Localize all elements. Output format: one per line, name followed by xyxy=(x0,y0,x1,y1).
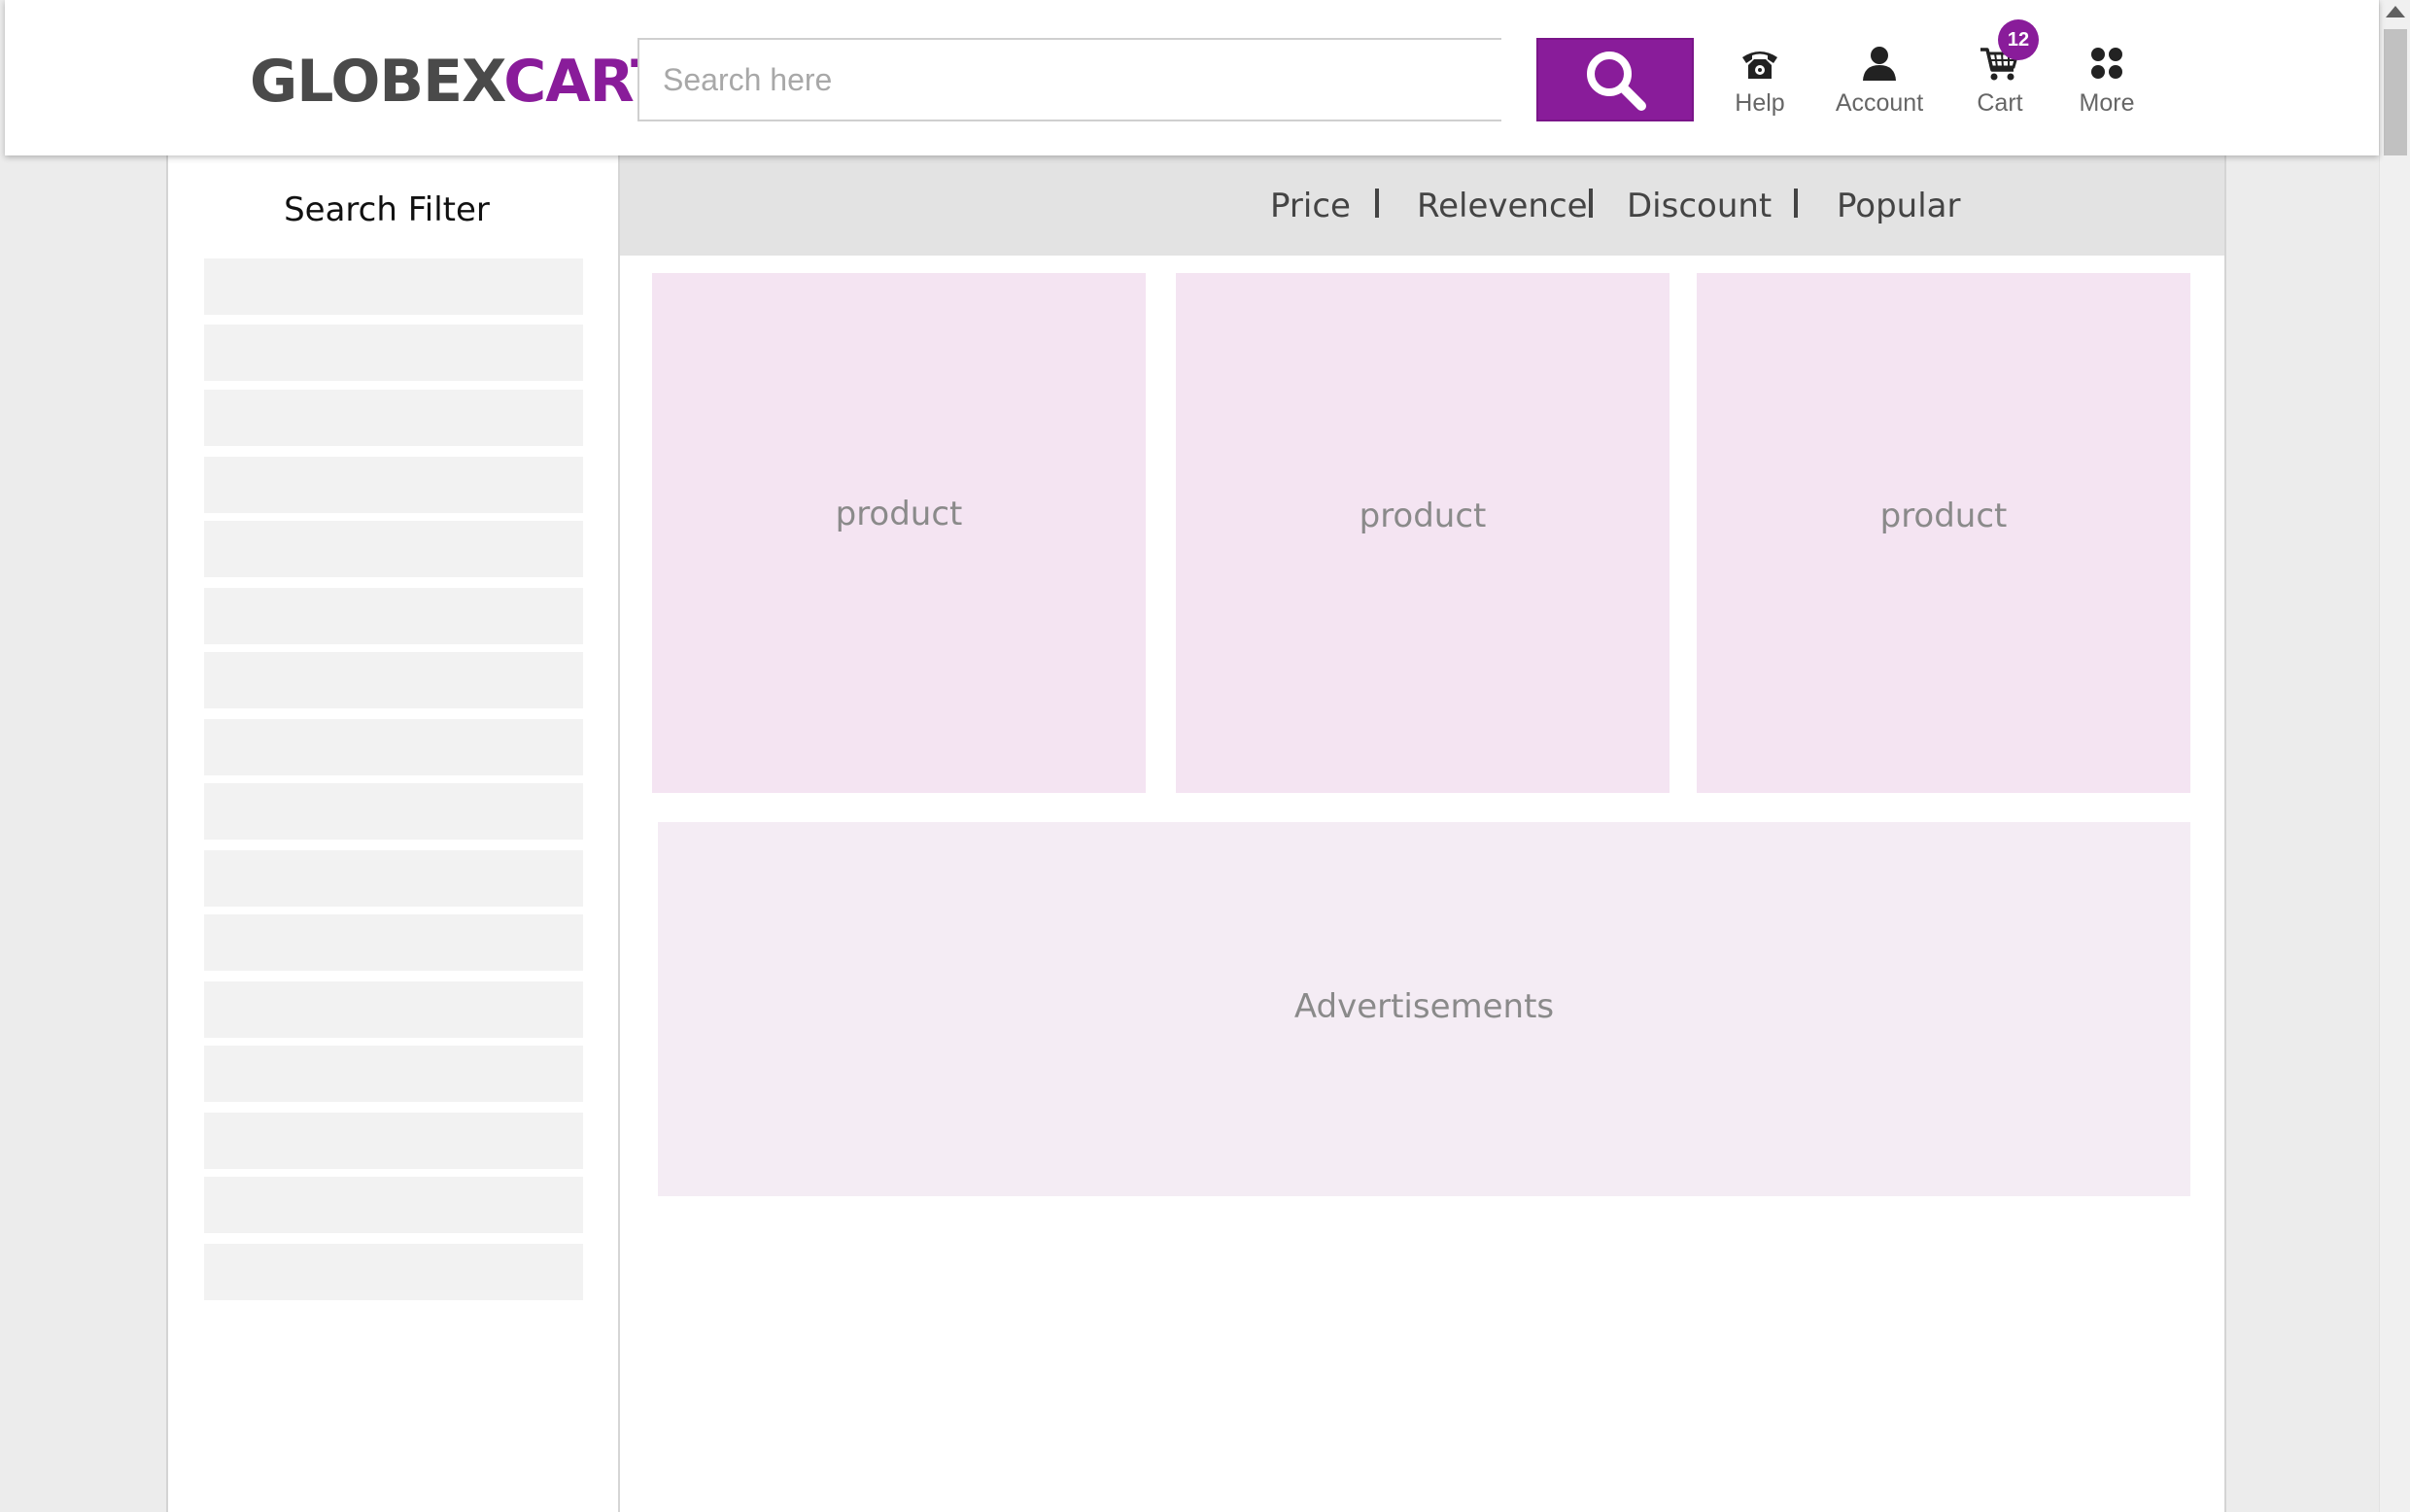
search-filter-sidebar: Search Filter xyxy=(168,155,620,1512)
account-nav-item[interactable]: Account xyxy=(1821,39,1938,126)
product-label: product xyxy=(1879,497,2008,535)
filter-item[interactable] xyxy=(204,719,583,775)
grid-dots-icon xyxy=(2091,48,2122,79)
search-button[interactable] xyxy=(1536,38,1694,121)
vertical-scrollbar[interactable] xyxy=(2379,0,2410,1512)
sort-discount[interactable]: Discount xyxy=(1627,187,1772,225)
product-card[interactable]: product xyxy=(652,273,1146,793)
filter-item[interactable] xyxy=(204,457,583,513)
page-container: Search Filter Price Relevence Discount P… xyxy=(166,155,2226,1512)
product-label: product xyxy=(835,495,963,533)
help-nav-item[interactable]: Help xyxy=(1702,39,1818,126)
account-label: Account xyxy=(1835,89,1924,117)
filter-item[interactable] xyxy=(204,325,583,381)
sort-separator xyxy=(1589,189,1593,218)
sort-popular[interactable]: Popular xyxy=(1837,187,1960,225)
sort-separator xyxy=(1375,189,1379,218)
filter-item[interactable] xyxy=(204,1113,583,1169)
filter-item[interactable] xyxy=(204,588,583,644)
filter-item[interactable] xyxy=(204,652,583,708)
filter-item[interactable] xyxy=(204,981,583,1038)
filter-item[interactable] xyxy=(204,914,583,971)
sort-price[interactable]: Price xyxy=(1270,187,1351,225)
cart-count-badge: 12 xyxy=(1998,19,2039,60)
product-card[interactable]: product xyxy=(1697,273,2190,793)
ads-label: Advertisements xyxy=(1293,987,1555,1026)
magnifier-icon xyxy=(1587,52,1646,111)
filter-item[interactable] xyxy=(204,390,583,446)
search-input[interactable] xyxy=(637,38,1501,121)
filter-item[interactable] xyxy=(204,783,583,840)
top-header: GLOBEXCART Help Account xyxy=(5,0,2379,155)
more-label: More xyxy=(2079,89,2135,117)
product-card[interactable]: product xyxy=(1176,273,1670,793)
advertisements-banner[interactable]: Advertisements xyxy=(658,822,2190,1196)
sort-separator xyxy=(1794,189,1798,218)
filter-item[interactable] xyxy=(204,1244,583,1300)
filter-item[interactable] xyxy=(204,258,583,315)
logo-text-globex: GLOBEX xyxy=(250,48,504,116)
sort-bar: Price Relevence Discount Popular xyxy=(620,155,2224,256)
filter-item[interactable] xyxy=(204,850,583,907)
product-label: product xyxy=(1359,497,1487,535)
sidebar-title: Search Filter xyxy=(284,190,490,229)
help-label: Help xyxy=(1735,89,1785,117)
sort-relevence[interactable]: Relevence xyxy=(1417,187,1588,225)
user-icon xyxy=(1863,47,1896,81)
cart-nav-item[interactable]: Cart 12 xyxy=(1942,19,2058,126)
globexcart-logo[interactable]: GLOBEXCART xyxy=(250,47,671,117)
telephone-icon xyxy=(1742,52,1777,79)
filter-item[interactable] xyxy=(204,521,583,577)
filter-item[interactable] xyxy=(204,1177,583,1233)
scrollbar-thumb[interactable] xyxy=(2384,29,2407,155)
filter-item[interactable] xyxy=(204,1046,583,1102)
scroll-up-arrow-icon[interactable] xyxy=(2386,6,2405,17)
cart-label: Cart xyxy=(1977,89,2023,117)
more-nav-item[interactable]: More xyxy=(2048,39,2165,126)
